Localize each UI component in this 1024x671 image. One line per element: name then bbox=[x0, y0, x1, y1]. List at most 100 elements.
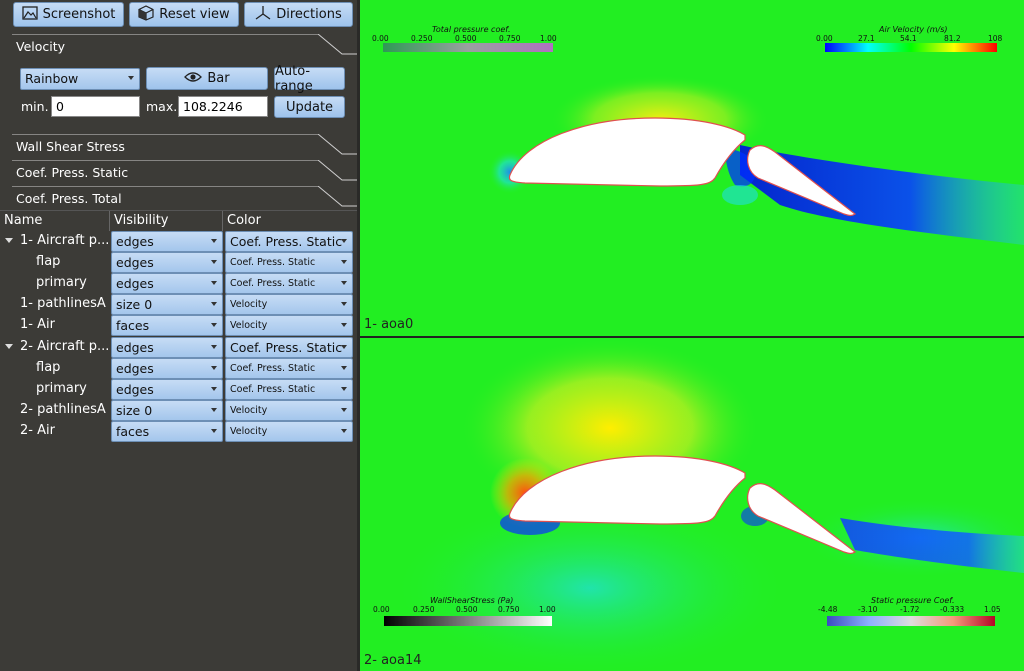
legend-tick: 0.00 bbox=[816, 34, 833, 43]
color-select[interactable]: Velocity bbox=[225, 315, 353, 336]
directions-button[interactable]: Directions bbox=[244, 2, 353, 27]
color-select-value: Coef. Press. Static bbox=[230, 234, 343, 249]
table-row[interactable]: 2- pathlinesA size 0 Velocity bbox=[0, 399, 357, 421]
chevron-down-icon bbox=[211, 408, 217, 412]
chevron-down-icon bbox=[341, 302, 347, 306]
legend-title-air-velocity: Air Velocity (m/s) bbox=[879, 25, 948, 34]
row-name: 1- Air bbox=[20, 317, 55, 332]
visibility-select[interactable]: faces bbox=[111, 315, 223, 336]
color-select[interactable]: Coef. Press. Static bbox=[225, 337, 353, 358]
legend-title-total-pressure: Total pressure coef. bbox=[432, 25, 511, 34]
visibility-select[interactable]: size 0 bbox=[111, 294, 223, 315]
visibility-select-value: edges bbox=[116, 255, 154, 270]
legend-tick: 0.500 bbox=[456, 605, 478, 614]
color-select[interactable]: Coef. Press. Static bbox=[225, 252, 353, 273]
chevron-down-icon bbox=[211, 387, 217, 391]
cube-icon bbox=[138, 4, 154, 25]
row-name: primary bbox=[36, 381, 87, 396]
table-row[interactable]: primary edges Coef. Press. Static bbox=[0, 272, 357, 294]
max-input[interactable]: 108.2246 bbox=[178, 96, 268, 117]
table-row[interactable]: 1- Aircraft p... edges Coef. Press. Stat… bbox=[0, 230, 357, 252]
column-header-name[interactable]: Name bbox=[0, 211, 110, 231]
screenshot-label: Screenshot bbox=[42, 7, 116, 22]
visibility-select[interactable]: faces bbox=[111, 421, 223, 442]
visibility-select[interactable]: edges bbox=[111, 337, 223, 358]
table-row[interactable]: 1- pathlinesA size 0 Velocity bbox=[0, 293, 357, 315]
legend-tick: -4.48 bbox=[818, 605, 838, 614]
reset-view-button[interactable]: Reset view bbox=[129, 2, 239, 27]
colormap-select[interactable]: Rainbow bbox=[20, 68, 140, 90]
color-select[interactable]: Velocity bbox=[225, 421, 353, 442]
color-select-value: Coef. Press. Static bbox=[230, 340, 343, 355]
section-coef-press-static[interactable]: Coef. Press. Static bbox=[0, 160, 357, 184]
section-coef-press-total-label: Coef. Press. Total bbox=[16, 191, 122, 206]
section-coef-press-static-label: Coef. Press. Static bbox=[16, 165, 129, 180]
row-name: 2- Aircraft p... bbox=[20, 339, 110, 354]
visibility-select-value: size 0 bbox=[116, 297, 153, 312]
color-select[interactable]: Velocity bbox=[225, 294, 353, 315]
screenshot-button[interactable]: Screenshot bbox=[13, 2, 124, 27]
color-select-value: Coef. Press. Static bbox=[230, 363, 316, 374]
visibility-select[interactable]: edges bbox=[111, 358, 223, 379]
column-header-color[interactable]: Color bbox=[223, 211, 357, 231]
visibility-select-value: edges bbox=[116, 382, 154, 397]
row-name: 2- Air bbox=[20, 423, 55, 438]
legend-tick: 81.2 bbox=[944, 34, 961, 43]
auto-range-button[interactable]: Auto-range bbox=[274, 64, 345, 94]
visibility-select[interactable]: edges bbox=[111, 273, 223, 294]
chevron-down-icon bbox=[341, 345, 347, 349]
chevron-down-icon bbox=[211, 281, 217, 285]
table-row[interactable]: 1- Air faces Velocity bbox=[0, 314, 357, 336]
chevron-down-icon bbox=[211, 366, 217, 370]
eye-icon bbox=[184, 71, 203, 87]
section-coef-press-total[interactable]: Coef. Press. Total bbox=[0, 186, 357, 210]
visibility-select[interactable]: edges bbox=[111, 231, 223, 252]
auto-range-label: Auto-range bbox=[275, 63, 313, 94]
expand-arrow-icon[interactable] bbox=[5, 344, 13, 349]
section-wall-shear-stress-label: Wall Shear Stress bbox=[16, 139, 125, 154]
legend-tick: 1.05 bbox=[984, 605, 1001, 614]
chevron-down-icon bbox=[341, 239, 347, 243]
image-icon bbox=[21, 5, 38, 24]
color-select-value: Velocity bbox=[230, 405, 268, 416]
color-select[interactable]: Coef. Press. Static bbox=[225, 273, 353, 294]
legend-tick: 0.00 bbox=[373, 605, 390, 614]
min-label: min. bbox=[21, 99, 49, 114]
section-wall-shear-stress[interactable]: Wall Shear Stress bbox=[0, 134, 357, 158]
color-select-value: Coef. Press. Static bbox=[230, 278, 316, 289]
visibility-select-value: faces bbox=[116, 318, 150, 333]
viewport-aoa14[interactable]: WallShearStress (Pa) 0.00 0.250 0.500 0.… bbox=[360, 338, 1024, 671]
colormap-select-value: Rainbow bbox=[25, 71, 79, 86]
color-select[interactable]: Velocity bbox=[225, 400, 353, 421]
table-row[interactable]: flap edges Coef. Press. Static bbox=[0, 251, 357, 273]
color-select[interactable]: Coef. Press. Static bbox=[225, 358, 353, 379]
colorbar-wall-shear bbox=[384, 616, 552, 626]
color-select[interactable]: Coef. Press. Static bbox=[225, 231, 353, 252]
column-header-visibility[interactable]: Visibility bbox=[110, 211, 223, 231]
visibility-select[interactable]: edges bbox=[111, 379, 223, 400]
table-row[interactable]: 2- Air faces Velocity bbox=[0, 420, 357, 442]
section-velocity[interactable]: Velocity bbox=[0, 34, 357, 58]
visibility-select-value: faces bbox=[116, 424, 150, 439]
row-name: primary bbox=[36, 275, 87, 290]
chevron-down-icon bbox=[341, 387, 347, 391]
color-select[interactable]: Coef. Press. Static bbox=[225, 379, 353, 400]
expand-arrow-icon[interactable] bbox=[5, 238, 13, 243]
visibility-select[interactable]: size 0 bbox=[111, 400, 223, 421]
table-row[interactable]: 2- Aircraft p... edges Coef. Press. Stat… bbox=[0, 336, 357, 358]
section-velocity-label: Velocity bbox=[16, 39, 66, 54]
bar-toggle-button[interactable]: Bar bbox=[146, 67, 268, 90]
reset-view-label: Reset view bbox=[159, 7, 230, 22]
visibility-select[interactable]: edges bbox=[111, 252, 223, 273]
row-name: flap bbox=[36, 360, 61, 375]
table-row[interactable]: primary edges Coef. Press. Static bbox=[0, 378, 357, 400]
chevron-down-icon bbox=[341, 429, 347, 433]
chevron-down-icon bbox=[211, 345, 217, 349]
update-button[interactable]: Update bbox=[274, 96, 345, 118]
viewport-aoa0[interactable]: Total pressure coef. 0.00 0.250 0.500 0.… bbox=[360, 0, 1024, 336]
row-name: 1- Aircraft p... bbox=[20, 233, 110, 248]
min-input[interactable]: 0 bbox=[51, 96, 140, 117]
color-select-value: Velocity bbox=[230, 426, 268, 437]
table-row[interactable]: flap edges Coef. Press. Static bbox=[0, 357, 357, 379]
chevron-down-icon bbox=[341, 260, 347, 264]
